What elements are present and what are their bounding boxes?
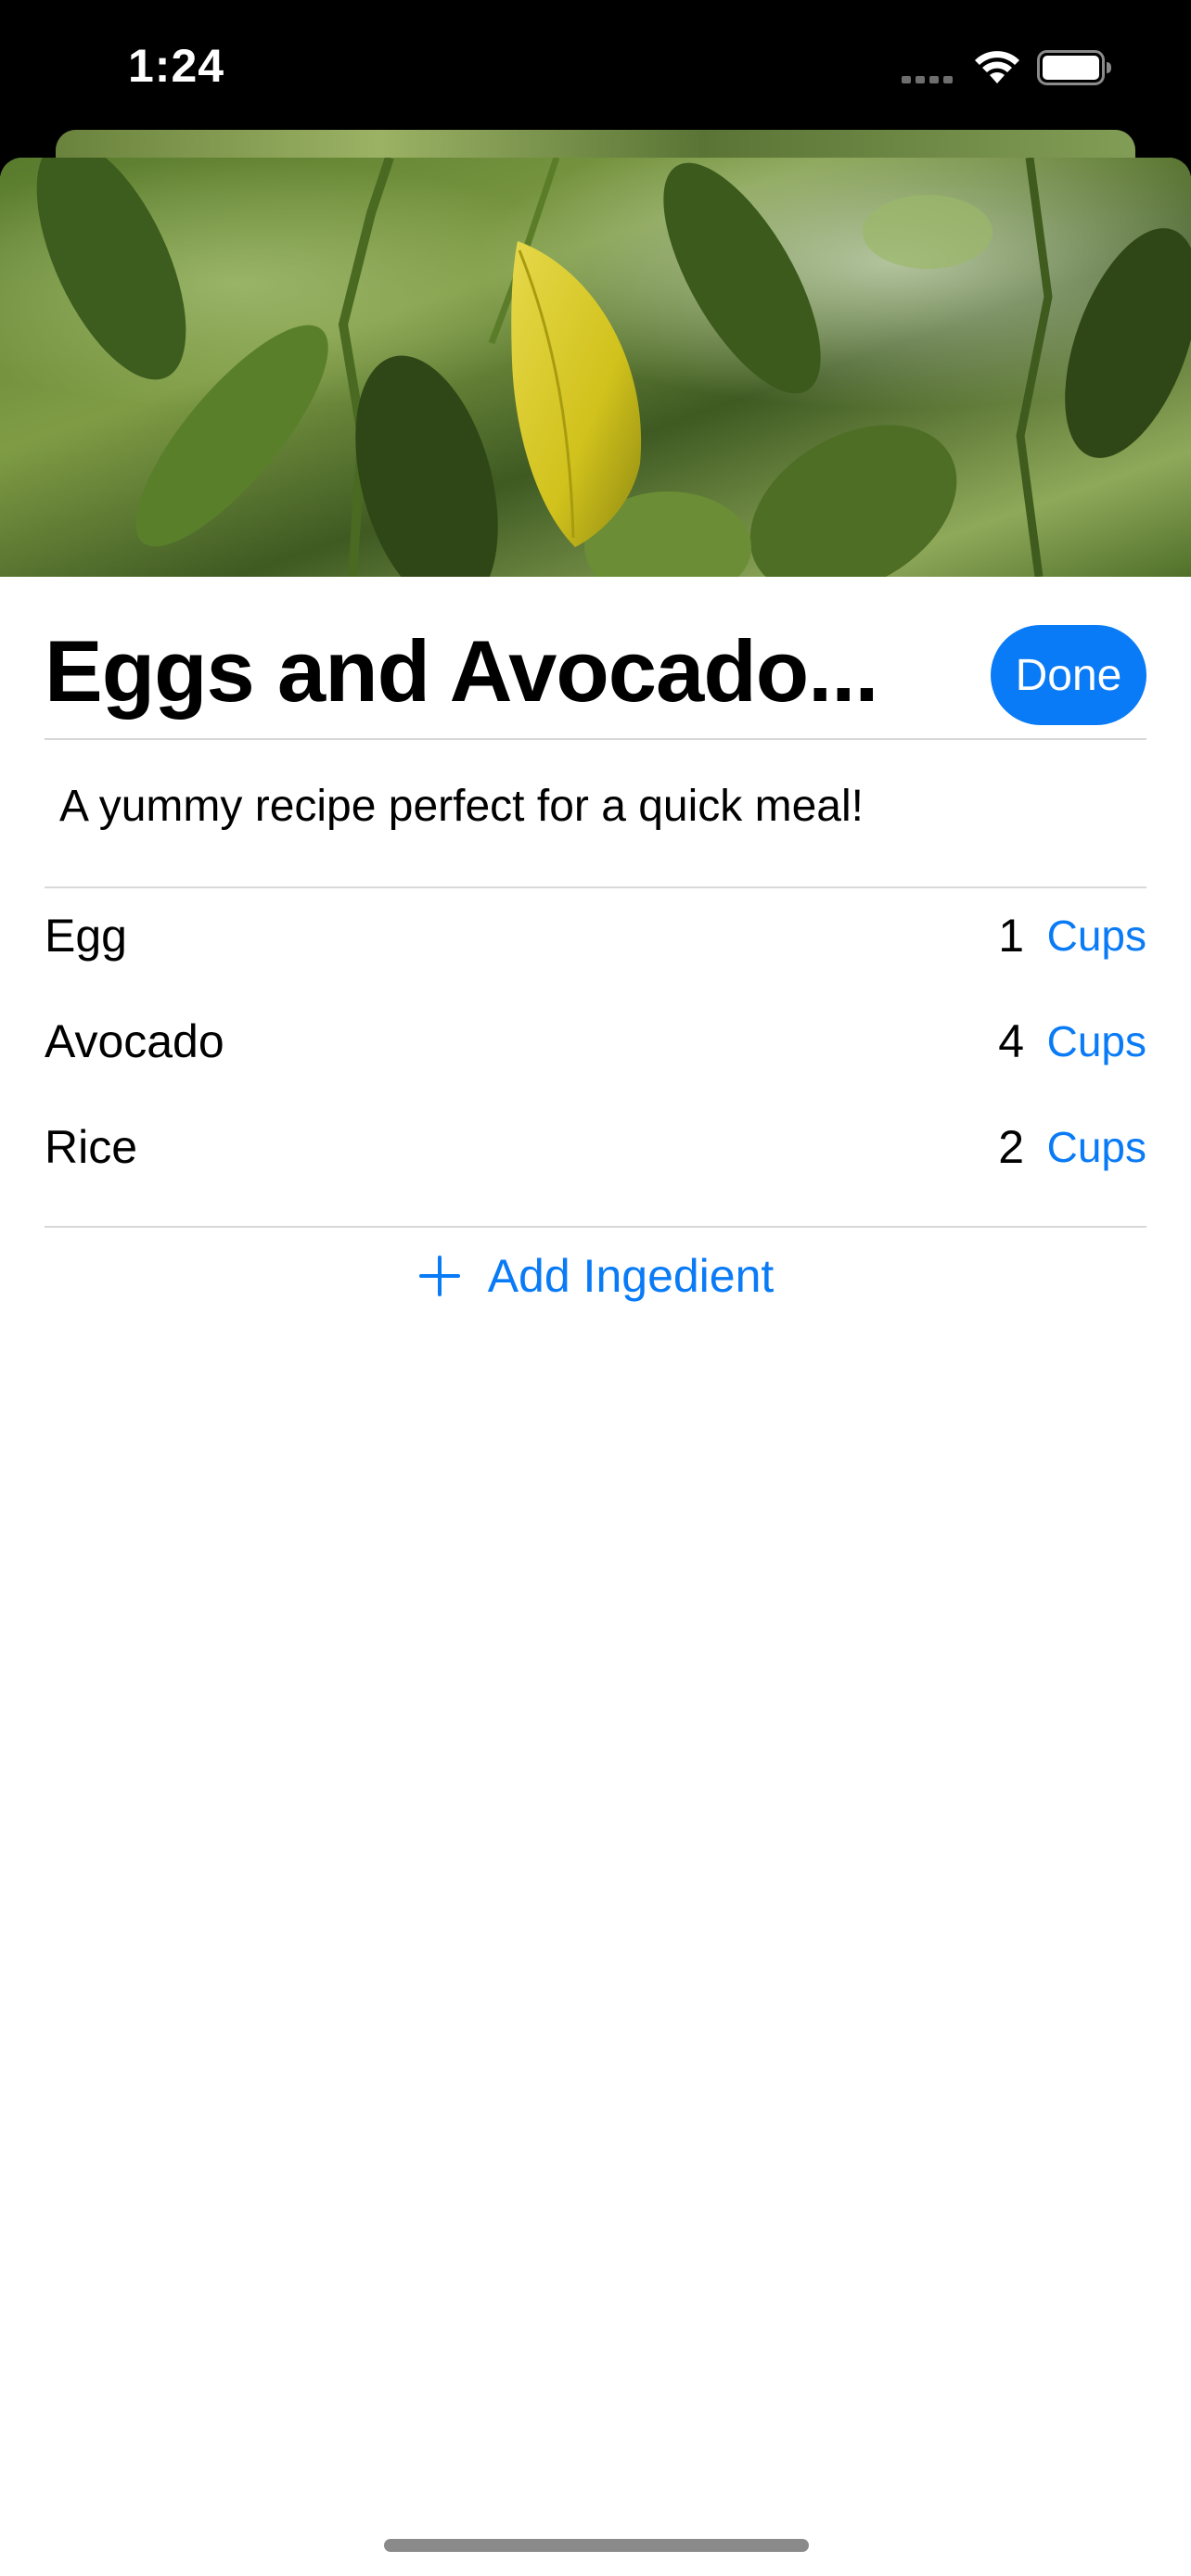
plus-icon xyxy=(417,1254,462,1298)
screen: 1:24 Eggs and Avocado... Done A yummy re… xyxy=(0,0,1191,2576)
ingredient-quantity[interactable]: 1 xyxy=(998,909,1024,963)
ingredient-unit-picker[interactable]: Cups xyxy=(1047,1122,1146,1172)
status-bar: 1:24 xyxy=(0,0,1191,130)
ingredient-quantity[interactable]: 2 xyxy=(998,1120,1024,1174)
add-ingredient-button[interactable]: Add Ingedient xyxy=(0,1239,1191,1313)
ingredient-unit-picker[interactable]: Cups xyxy=(1047,911,1146,961)
recipe-title[interactable]: Eggs and Avocado... xyxy=(45,621,954,721)
leaves-photo xyxy=(0,158,1191,577)
wifi-icon xyxy=(975,51,1019,83)
home-indicator[interactable] xyxy=(384,2539,809,2552)
ingredient-name[interactable]: Egg xyxy=(45,909,127,963)
ingredient-quantity[interactable]: 4 xyxy=(998,1014,1024,1068)
ingredient-row[interactable]: Avocado 4 Cups xyxy=(45,988,1146,1094)
recipe-sheet: Eggs and Avocado... Done A yummy recipe … xyxy=(0,158,1191,2576)
ingredient-name[interactable]: Avocado xyxy=(45,1014,224,1068)
recipe-hero-image xyxy=(0,158,1191,577)
title-row: Eggs and Avocado... Done xyxy=(45,597,1146,727)
recipe-description[interactable]: A yummy recipe perfect for a quick meal! xyxy=(59,781,1117,832)
ingredients-list: Egg 1 Cups Avocado 4 Cups Rice 2 Cups xyxy=(45,883,1146,1200)
status-time: 1:24 xyxy=(128,40,225,92)
battery-icon xyxy=(1037,50,1111,85)
add-ingredient-label: Add Ingedient xyxy=(487,1250,775,1302)
title-divider xyxy=(45,738,1146,740)
done-button[interactable]: Done xyxy=(991,625,1146,725)
ingredient-name[interactable]: Rice xyxy=(45,1120,137,1174)
ingredient-row[interactable]: Rice 2 Cups xyxy=(45,1094,1146,1200)
ingredient-row[interactable]: Egg 1 Cups xyxy=(45,883,1146,988)
ingredients-divider xyxy=(45,1226,1146,1228)
cellular-signal-icon xyxy=(902,74,957,83)
ingredient-unit-picker[interactable]: Cups xyxy=(1047,1016,1146,1066)
